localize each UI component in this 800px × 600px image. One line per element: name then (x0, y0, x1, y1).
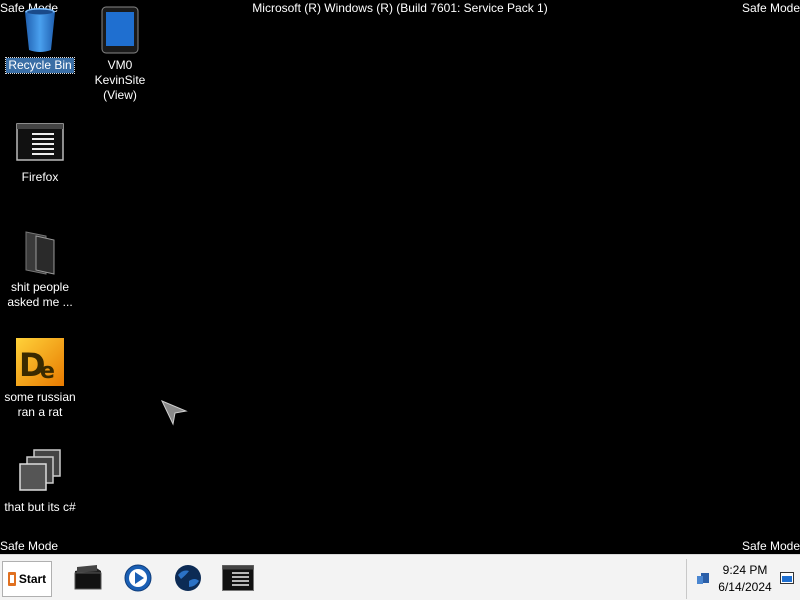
desktop-icon-label: (View) (103, 88, 137, 102)
start-orb-icon (7, 572, 16, 586)
desktop-icon-label: ran a rat (17, 405, 63, 419)
folder-dark-icon (74, 565, 102, 590)
stacked-windows-icon (19, 449, 61, 491)
desktop-icon-label: some russian (4, 390, 76, 404)
desktop-icon-label: Recycle Bin (5, 57, 75, 74)
desktop-icon-label: that but its c# (4, 500, 76, 514)
start-button[interactable]: Start (2, 561, 52, 597)
console-window-icon (16, 123, 64, 161)
folder-icon (25, 231, 55, 275)
desktop-icon-recycle-bin[interactable]: Recycle Bin (0, 6, 80, 74)
desktop-icon-firefox[interactable]: Firefox (0, 118, 80, 185)
clock-time[interactable]: 9:24 PM (715, 563, 775, 577)
start-label: Start (18, 572, 47, 586)
desktop-icon-vm0-kevinsite[interactable]: VM0 KevinSite (View) (80, 6, 160, 103)
globe-icon (175, 565, 201, 591)
mouse-cursor-icon (160, 400, 188, 426)
safe-mode-label-bottom-right: Safe Mode (741, 539, 800, 553)
recycle-bin-icon (25, 8, 55, 52)
taskbar-app-media-player[interactable] (118, 560, 158, 596)
desktop-icon-label: asked me ... (7, 295, 73, 309)
clock-date[interactable]: 6/14/2024 (715, 580, 775, 594)
show-desktop-icon[interactable] (779, 570, 795, 586)
tablet-icon (101, 6, 139, 54)
safe-mode-label-top-right: Safe Mode (741, 1, 800, 15)
desktop-icon-folder[interactable]: shit people asked me ... (0, 228, 80, 310)
console-window-icon (222, 565, 254, 591)
system-tray: 9:24 PM 6/14/2024 (686, 559, 800, 599)
taskbar-app-file-explorer[interactable] (68, 560, 108, 596)
desktop-icon-some-russian-ran-a-rat[interactable]: D e some russian ran a rat (0, 338, 80, 420)
desktop-icon-that-but-its-csharp[interactable]: that but its c# (0, 448, 80, 515)
play-icon (124, 564, 152, 592)
network-icon[interactable] (695, 570, 711, 586)
de-app-icon: D e (16, 338, 64, 386)
safe-mode-label-bottom-left: Safe Mode (0, 539, 59, 553)
taskbar-app-browser[interactable] (168, 560, 208, 596)
desktop-icon-label: shit people (10, 280, 70, 294)
desktop-icon-label: Firefox (21, 170, 59, 184)
taskbar: Start 9:24 PM 6/14/2024 (0, 554, 800, 600)
svg-text:e: e (40, 359, 55, 384)
taskbar-app-console[interactable] (218, 560, 258, 596)
desktop-icon-label: VM0 KevinSite (94, 58, 146, 87)
